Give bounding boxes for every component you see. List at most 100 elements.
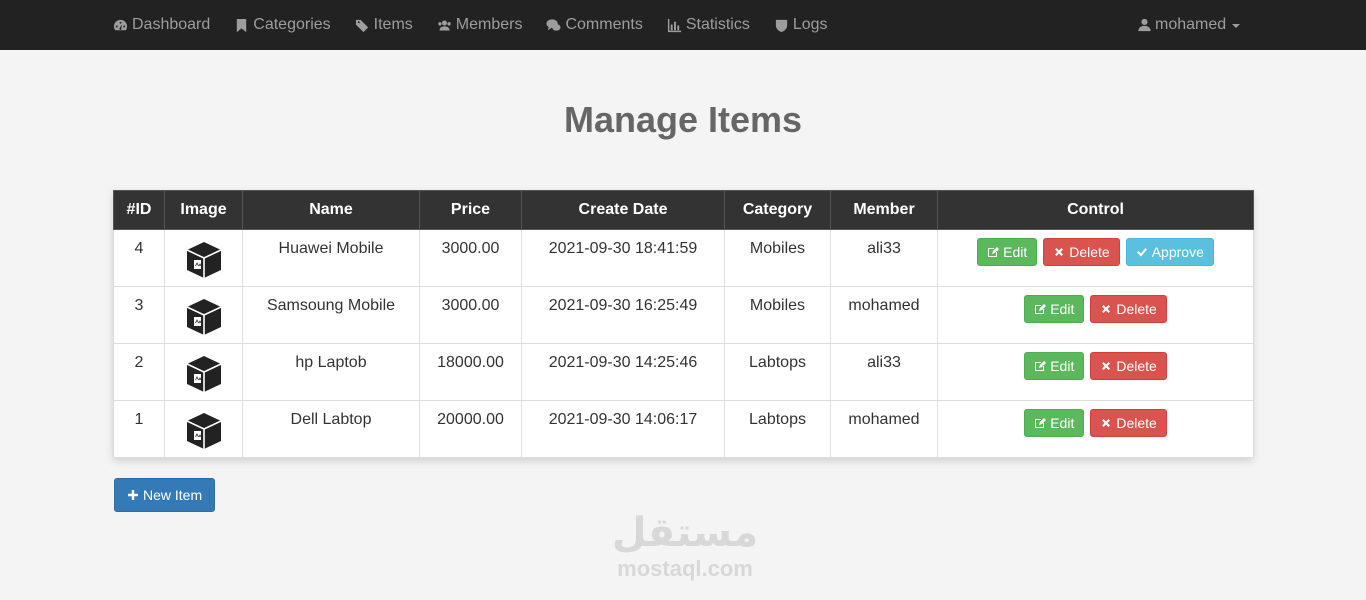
nav-label: Comments [565, 16, 643, 33]
nav-label: Statistics [685, 16, 750, 33]
nav-label: Members [455, 16, 523, 33]
bar-chart-icon [667, 18, 681, 32]
items-table-container: #ID Image Name Price Create Date Categor… [113, 190, 1254, 458]
delete-button[interactable]: Delete [1090, 295, 1167, 323]
column-header-id: #ID [113, 190, 165, 230]
cell-control: Edit Delete Approve [937, 229, 1254, 287]
cell-member: mohamed [830, 400, 938, 458]
cell-name: hp Laptob [242, 343, 420, 401]
nav-item-categories[interactable]: Categories [234, 0, 331, 50]
delete-button[interactable]: Delete [1090, 409, 1167, 437]
dashboard-icon [113, 19, 128, 30]
watermark-logo: مستقل mostaql.com [600, 510, 770, 582]
tags-icon [355, 19, 368, 32]
edit-label: Edit [1003, 244, 1028, 260]
delete-label: Delete [1069, 244, 1110, 260]
close-icon [1102, 305, 1111, 313]
cell-name: Huawei Mobile [242, 229, 420, 287]
cell-id: 3 [113, 286, 165, 344]
new-item-button[interactable]: New Item [114, 478, 216, 512]
nav-label: Categories [253, 16, 331, 33]
close-icon [1055, 248, 1064, 256]
nav-label: Dashboard [132, 16, 211, 33]
cell-price: 20000.00 [419, 400, 522, 458]
cell-create-date: 2021-09-30 14:06:17 [521, 400, 725, 458]
nav-label: Items [373, 16, 413, 33]
nav-item-statistics[interactable]: Statistics [667, 0, 750, 50]
column-header-name: Name [242, 190, 420, 230]
nav-item-items[interactable]: Items [355, 0, 413, 50]
edit-icon [1035, 361, 1047, 371]
column-header-control: Control [937, 190, 1254, 230]
username: mohamed [1155, 16, 1227, 33]
nav-item-members[interactable]: Members [437, 0, 523, 50]
box-icon [186, 413, 221, 449]
shield-icon [775, 19, 787, 32]
edit-label: Edit [1050, 415, 1075, 431]
column-header-image: Image [164, 190, 243, 230]
user-icon [1138, 18, 1151, 32]
cell-member: ali33 [830, 229, 938, 287]
nav-item-logs[interactable]: Logs [774, 0, 828, 50]
delete-button[interactable]: Delete [1090, 352, 1167, 380]
nav-item-dashboard[interactable]: Dashboard [113, 0, 210, 50]
user-dropdown[interactable]: mohamed [1138, 0, 1241, 50]
cell-image [164, 229, 243, 287]
edit-button[interactable]: Edit [1024, 352, 1085, 380]
delete-label: Delete [1116, 301, 1157, 317]
cell-price: 18000.00 [419, 343, 522, 401]
cell-id: 2 [113, 343, 165, 401]
approve-label: Approve [1151, 244, 1204, 260]
cell-control: Edit Delete [937, 343, 1254, 401]
edit-button[interactable]: Edit [1024, 295, 1085, 323]
cell-price: 3000.00 [419, 229, 522, 287]
control-buttons: Edit Delete [938, 295, 1253, 323]
users-icon [438, 20, 451, 30]
cell-member: ali33 [830, 343, 938, 401]
cell-control: Edit Delete [937, 286, 1254, 344]
cell-image [164, 343, 243, 401]
column-header-member: Member [830, 190, 938, 230]
page-title: Manage Items [563, 99, 803, 140]
cell-price: 3000.00 [419, 286, 522, 344]
delete-label: Delete [1116, 358, 1157, 374]
comments-icon [546, 18, 561, 31]
control-buttons: Edit Delete [938, 352, 1253, 380]
edit-icon [1035, 418, 1047, 428]
bookmark-icon [237, 18, 247, 32]
edit-label: Edit [1050, 301, 1075, 317]
cell-id: 4 [113, 229, 165, 287]
table-row: 3 Samsoung Mobile 3000.00 2021-09-30 16:… [113, 286, 1254, 344]
cell-category: Mobiles [724, 229, 831, 287]
plus-icon [128, 490, 138, 500]
nav-item-comments[interactable]: Comments [546, 0, 643, 50]
close-icon [1102, 362, 1111, 370]
cell-category: Labtops [724, 343, 831, 401]
control-buttons: Edit Delete Approve [938, 238, 1253, 266]
column-header-create-date: Create Date [521, 190, 725, 230]
table-header-row: #ID Image Name Price Create Date Categor… [113, 190, 1254, 230]
new-item-label: New Item [143, 487, 203, 503]
nav-menu: Dashboard Categories Items Members Comme… [113, 0, 852, 50]
cell-name: Samsoung Mobile [242, 286, 420, 344]
column-header-price: Price [419, 190, 522, 230]
check-icon [1136, 248, 1147, 257]
edit-button[interactable]: Edit [977, 238, 1038, 266]
watermark-arabic: مستقل [611, 510, 759, 556]
edit-icon [1035, 304, 1047, 314]
cell-create-date: 2021-09-30 18:41:59 [521, 229, 725, 287]
watermark-latin: mostaql.com [617, 556, 753, 581]
cell-id: 1 [113, 400, 165, 458]
edit-button[interactable]: Edit [1024, 409, 1085, 437]
approve-button[interactable]: Approve [1125, 238, 1214, 266]
cell-category: Mobiles [724, 286, 831, 344]
control-buttons: Edit Delete [938, 409, 1253, 437]
edit-label: Edit [1050, 358, 1075, 374]
items-table: #ID Image Name Price Create Date Categor… [113, 190, 1254, 458]
box-icon [186, 356, 221, 392]
column-header-category: Category [724, 190, 831, 230]
table-row: 4 Huawei Mobile 3000.00 2021-09-30 18:41… [113, 229, 1254, 287]
cell-member: mohamed [830, 286, 938, 344]
delete-button[interactable]: Delete [1043, 238, 1120, 266]
cell-create-date: 2021-09-30 14:25:46 [521, 343, 725, 401]
